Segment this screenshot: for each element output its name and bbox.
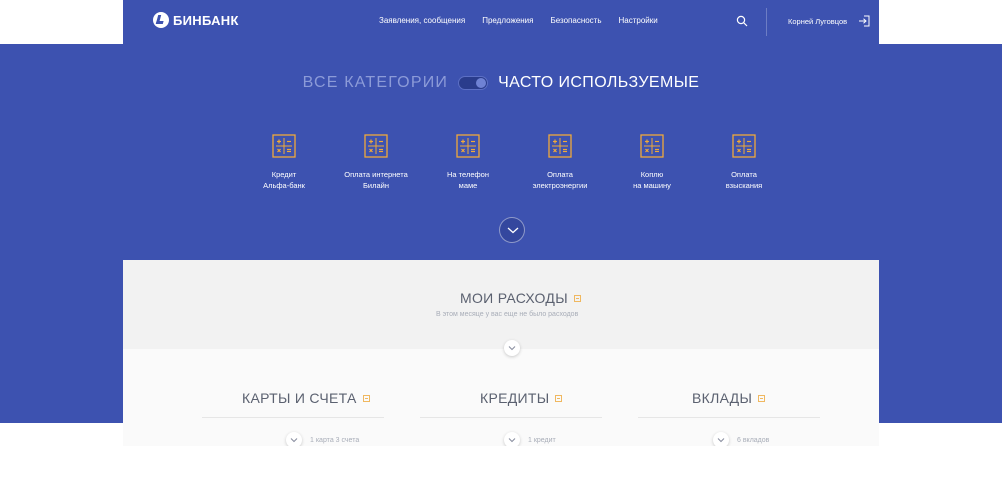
quick-tile-label: Оплата интернета Билайн	[344, 170, 408, 190]
calculator-icon	[456, 134, 480, 158]
quick-tile[interactable]: Оплата интернета Билайн	[330, 134, 422, 191]
quick-tile-label: Оплата электроэнергии	[532, 170, 588, 190]
chevron-down-icon	[508, 438, 516, 443]
user-name[interactable]: Корней Луговцов	[788, 17, 847, 26]
quick-tile[interactable]: Оплата взыскания	[698, 134, 790, 191]
header-divider	[766, 8, 767, 36]
expenses-section: МОИ РАСХОДЫ В этом месяце у вас еще не б…	[123, 260, 879, 349]
switch-knob	[476, 78, 487, 88]
credits-expand-button[interactable]	[504, 432, 520, 446]
chevron-down-icon	[290, 438, 298, 443]
cards-summary-row: 1 карта 3 счета	[286, 432, 359, 446]
credits-info-icon[interactable]	[555, 394, 563, 402]
calculator-icon	[732, 134, 756, 158]
quick-tile-label: Оплата взыскания	[725, 170, 763, 190]
divider	[202, 417, 384, 418]
category-switch[interactable]	[458, 76, 489, 90]
expenses-subtitle: В этом месяце у вас еще не было расходов	[436, 311, 579, 318]
chevron-down-icon	[508, 346, 516, 351]
expenses-title-text: МОИ РАСХОДЫ	[460, 290, 568, 306]
credits-title-text: КРЕДИТЫ	[480, 390, 550, 406]
app-window: БИНБАНК Заявления, сообщения Предложения…	[123, 0, 879, 446]
nav-item-applications[interactable]: Заявления, сообщения	[379, 16, 465, 25]
deposits-summary-row: 6 вкладов	[713, 432, 769, 446]
quick-tiles: Кредит Альфа-банк Оплата интернета Билай…	[238, 134, 790, 191]
cards-summary: 1 карта 3 счета	[310, 436, 360, 444]
expenses-expand-button[interactable]	[504, 340, 520, 356]
cards-expand-button[interactable]	[286, 432, 302, 446]
credits-summary-row: 1 кредит	[504, 432, 556, 446]
quick-tile[interactable]: Коплю на машину	[606, 134, 698, 191]
quick-tile[interactable]: Оплата электроэнергии	[514, 134, 606, 191]
deposits-info-icon[interactable]	[758, 394, 766, 402]
logo-text: БИНБАНК	[173, 12, 239, 28]
quick-payments-panel: ВСЕ КАТЕГОРИИ ЧАСТО ИСПОЛЬЗУЕМЫЕ Кредит …	[123, 44, 879, 260]
logo[interactable]: БИНБАНК	[153, 12, 239, 28]
chevron-down-icon	[717, 438, 725, 443]
expenses-info-icon[interactable]	[573, 294, 581, 302]
calculator-icon	[640, 134, 664, 158]
credits-summary: 1 кредит	[528, 436, 556, 444]
quick-tile[interactable]: Кредит Альфа-банк	[238, 134, 330, 191]
toggle-label-all-categories[interactable]: ВСЕ КАТЕГОРИИ	[303, 74, 448, 92]
calculator-icon	[272, 134, 296, 158]
chevron-down-icon	[507, 227, 519, 234]
expand-categories-button[interactable]	[499, 217, 525, 243]
category-toggle: ВСЕ КАТЕГОРИИ ЧАСТО ИСПОЛЬЗУЕМЫЕ	[123, 74, 879, 92]
credits-title: КРЕДИТЫ	[480, 390, 563, 406]
toggle-label-frequent[interactable]: ЧАСТО ИСПОЛЬЗУЕМЫЕ	[498, 74, 699, 92]
calculator-icon	[364, 134, 388, 158]
quick-tile-label: На телефон маме	[447, 170, 489, 190]
divider	[420, 417, 602, 418]
cards-accounts-title: КАРТЫ И СЧЕТА	[242, 390, 370, 406]
nav-item-security[interactable]: Безопасность	[550, 16, 601, 25]
main-nav: Заявления, сообщения Предложения Безопас…	[379, 16, 675, 25]
deposits-expand-button[interactable]	[713, 432, 729, 446]
logout-icon[interactable]	[858, 15, 870, 27]
nav-item-offers[interactable]: Предложения	[482, 16, 533, 25]
quick-tile[interactable]: На телефон маме	[422, 134, 514, 191]
top-header: БИНБАНК Заявления, сообщения Предложения…	[123, 0, 879, 44]
logo-mark-icon	[153, 12, 169, 28]
search-icon[interactable]	[736, 15, 748, 27]
quick-tile-label: Коплю на машину	[633, 170, 671, 190]
quick-tile-label: Кредит Альфа-банк	[263, 170, 305, 190]
deposits-title: ВКЛАДЫ	[692, 390, 766, 406]
calculator-icon	[548, 134, 572, 158]
deposits-summary: 6 вкладов	[737, 436, 770, 444]
deposits-title-text: ВКЛАДЫ	[692, 390, 753, 406]
nav-item-settings[interactable]: Настройки	[619, 16, 658, 25]
expenses-title: МОИ РАСХОДЫ	[460, 290, 581, 306]
divider	[638, 417, 820, 418]
cards-accounts-title-text: КАРТЫ И СЧЕТА	[242, 390, 357, 406]
cards-info-icon[interactable]	[362, 394, 370, 402]
